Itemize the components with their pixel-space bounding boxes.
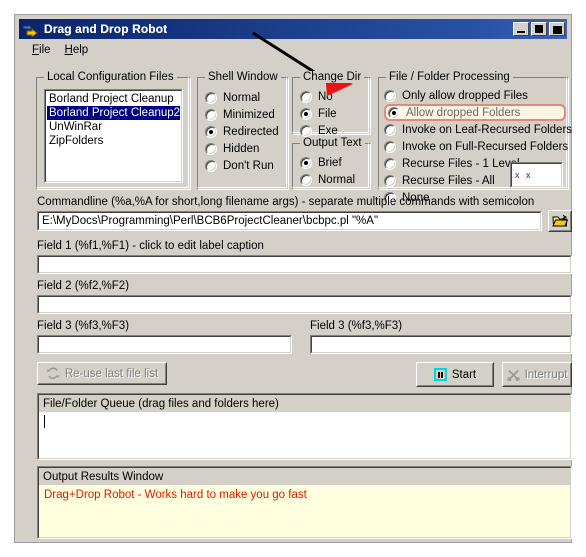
scissors-icon bbox=[506, 369, 520, 381]
list-item[interactable]: Borland Project Cleanup bbox=[47, 92, 180, 106]
commandline-input[interactable]: E:\MyDocs\Programming\Perl\BCB6ProjectCl… bbox=[37, 211, 542, 231]
group-title-shell-window: Shell Window bbox=[205, 71, 281, 83]
window-title: Drag and Drop Robot bbox=[44, 22, 168, 36]
radio-icon bbox=[205, 108, 217, 121]
radio-icon bbox=[300, 124, 312, 137]
group-title-output-text: Output Text bbox=[300, 137, 365, 149]
text-caret bbox=[44, 415, 45, 428]
radio-shell-hidden[interactable]: Hidden bbox=[205, 140, 289, 157]
radio-shell-dont-run[interactable]: Don't Run bbox=[205, 157, 289, 174]
list-item[interactable]: Borland Project Cleanup2 bbox=[47, 106, 180, 120]
client-area: Local Configuration Files Borland Projec… bbox=[20, 60, 572, 539]
radio-icon bbox=[384, 174, 396, 187]
radio-shell-normal[interactable]: Normal bbox=[205, 89, 289, 106]
app-window: Drag and Drop Robot ✕ File Help Local Co… bbox=[14, 14, 572, 543]
radio-allow-dropped-folders[interactable]: Allow dropped Folders bbox=[384, 104, 566, 121]
radio-only-allow-dropped-files[interactable]: Only allow dropped Files bbox=[384, 87, 566, 104]
commandline-label: Commandline (%a,%A for short,long filena… bbox=[37, 196, 535, 208]
radio-shell-redirected[interactable]: Redirected bbox=[205, 123, 289, 140]
config-files-listbox[interactable]: Borland Project Cleanup Borland Project … bbox=[44, 89, 183, 183]
output-text-radio-group: Brief Normal bbox=[300, 154, 370, 188]
radio-outputtext-normal[interactable]: Normal bbox=[300, 171, 370, 188]
recycle-icon bbox=[46, 367, 60, 380]
field3-right-input[interactable] bbox=[310, 335, 572, 354]
field1-label: Field 1 (%f1,%F1) - click to edit label … bbox=[37, 240, 264, 252]
radio-icon bbox=[205, 159, 217, 172]
field3-left-label: Field 3 (%f3,%F3) bbox=[37, 320, 130, 332]
browse-folder-button[interactable] bbox=[548, 210, 572, 232]
interrupt-button[interactable]: Interrupt bbox=[502, 362, 572, 387]
menu-file[interactable]: File bbox=[25, 42, 58, 58]
output-body: Drag+Drop Robot - Works hard to make you… bbox=[39, 485, 570, 537]
radio-icon bbox=[384, 140, 396, 153]
group-title-file-folder-processing: File / Folder Processing bbox=[386, 71, 513, 83]
maximize-button[interactable] bbox=[531, 22, 547, 36]
field3-left-input[interactable] bbox=[37, 335, 292, 354]
list-item[interactable]: ZipFolders bbox=[47, 134, 180, 148]
radio-icon-selected bbox=[205, 125, 217, 138]
change-dir-radio-group: No File Exe bbox=[300, 88, 370, 139]
shell-window-radio-group: Normal Minimized Redirected Hidden Don't… bbox=[205, 89, 289, 174]
open-folder-icon bbox=[552, 215, 568, 227]
start-square-icon bbox=[433, 368, 447, 381]
screenshot-root: Drag and Drop Robot ✕ File Help Local Co… bbox=[0, 0, 586, 557]
radio-icon bbox=[205, 142, 217, 155]
field3-right-label: Field 3 (%f3,%F3) bbox=[310, 320, 403, 332]
output-results-window[interactable]: Output Results Window Drag+Drop Robot - … bbox=[37, 466, 572, 539]
radio-shell-minimized[interactable]: Minimized bbox=[205, 106, 289, 123]
radio-icon-selected bbox=[300, 107, 312, 120]
drag-drop-arrow-icon bbox=[22, 22, 40, 38]
reuse-last-file-list-button[interactable]: Re-use last file list bbox=[37, 362, 167, 385]
output-header: Output Results Window bbox=[39, 468, 570, 485]
start-button[interactable]: Start bbox=[416, 362, 494, 387]
radio-icon bbox=[205, 91, 217, 104]
radio-invoke-full-recursed-folders[interactable]: Invoke on Full-Recursed Folders bbox=[384, 138, 568, 155]
radio-invoke-leaf-recursed-folders[interactable]: Invoke on Leaf-Recursed Folders bbox=[384, 121, 572, 138]
file-folder-queue[interactable]: File/Folder Queue (drag files and folder… bbox=[37, 393, 572, 460]
list-item[interactable]: UnWinRar bbox=[47, 120, 180, 134]
radio-icon bbox=[384, 89, 396, 102]
radio-icon-selected bbox=[300, 156, 312, 169]
minimize-button[interactable] bbox=[513, 22, 529, 36]
title-bar: Drag and Drop Robot ✕ bbox=[19, 19, 567, 39]
field1-input[interactable] bbox=[37, 255, 572, 274]
field2-label: Field 2 (%f2,%F2) bbox=[37, 280, 130, 292]
radio-changedir-no[interactable]: No bbox=[300, 88, 370, 105]
group-title-local-config: Local Configuration Files bbox=[44, 71, 177, 83]
window-controls: ✕ bbox=[513, 22, 565, 36]
radio-icon bbox=[300, 90, 312, 103]
menu-bar: File Help bbox=[19, 40, 567, 59]
radio-icon bbox=[384, 123, 396, 136]
radio-outputtext-brief[interactable]: Brief bbox=[300, 154, 370, 171]
file-folder-processing-radio-group: Only allow dropped Files Allow dropped F… bbox=[384, 87, 572, 206]
output-message: Drag+Drop Robot - Works hard to make you… bbox=[44, 489, 307, 501]
radio-icon-selected bbox=[388, 106, 400, 119]
mask-input[interactable]: x x bbox=[510, 162, 563, 188]
queue-textarea[interactable] bbox=[39, 412, 570, 458]
menu-help[interactable]: Help bbox=[58, 42, 96, 58]
group-title-change-dir: Change Dir bbox=[300, 71, 365, 83]
radio-icon bbox=[300, 173, 312, 186]
field2-input[interactable] bbox=[37, 295, 572, 314]
close-button[interactable]: ✕ bbox=[549, 22, 565, 36]
radio-icon bbox=[384, 157, 396, 170]
radio-changedir-file[interactable]: File bbox=[300, 105, 370, 122]
queue-header: File/Folder Queue (drag files and folder… bbox=[39, 395, 570, 412]
